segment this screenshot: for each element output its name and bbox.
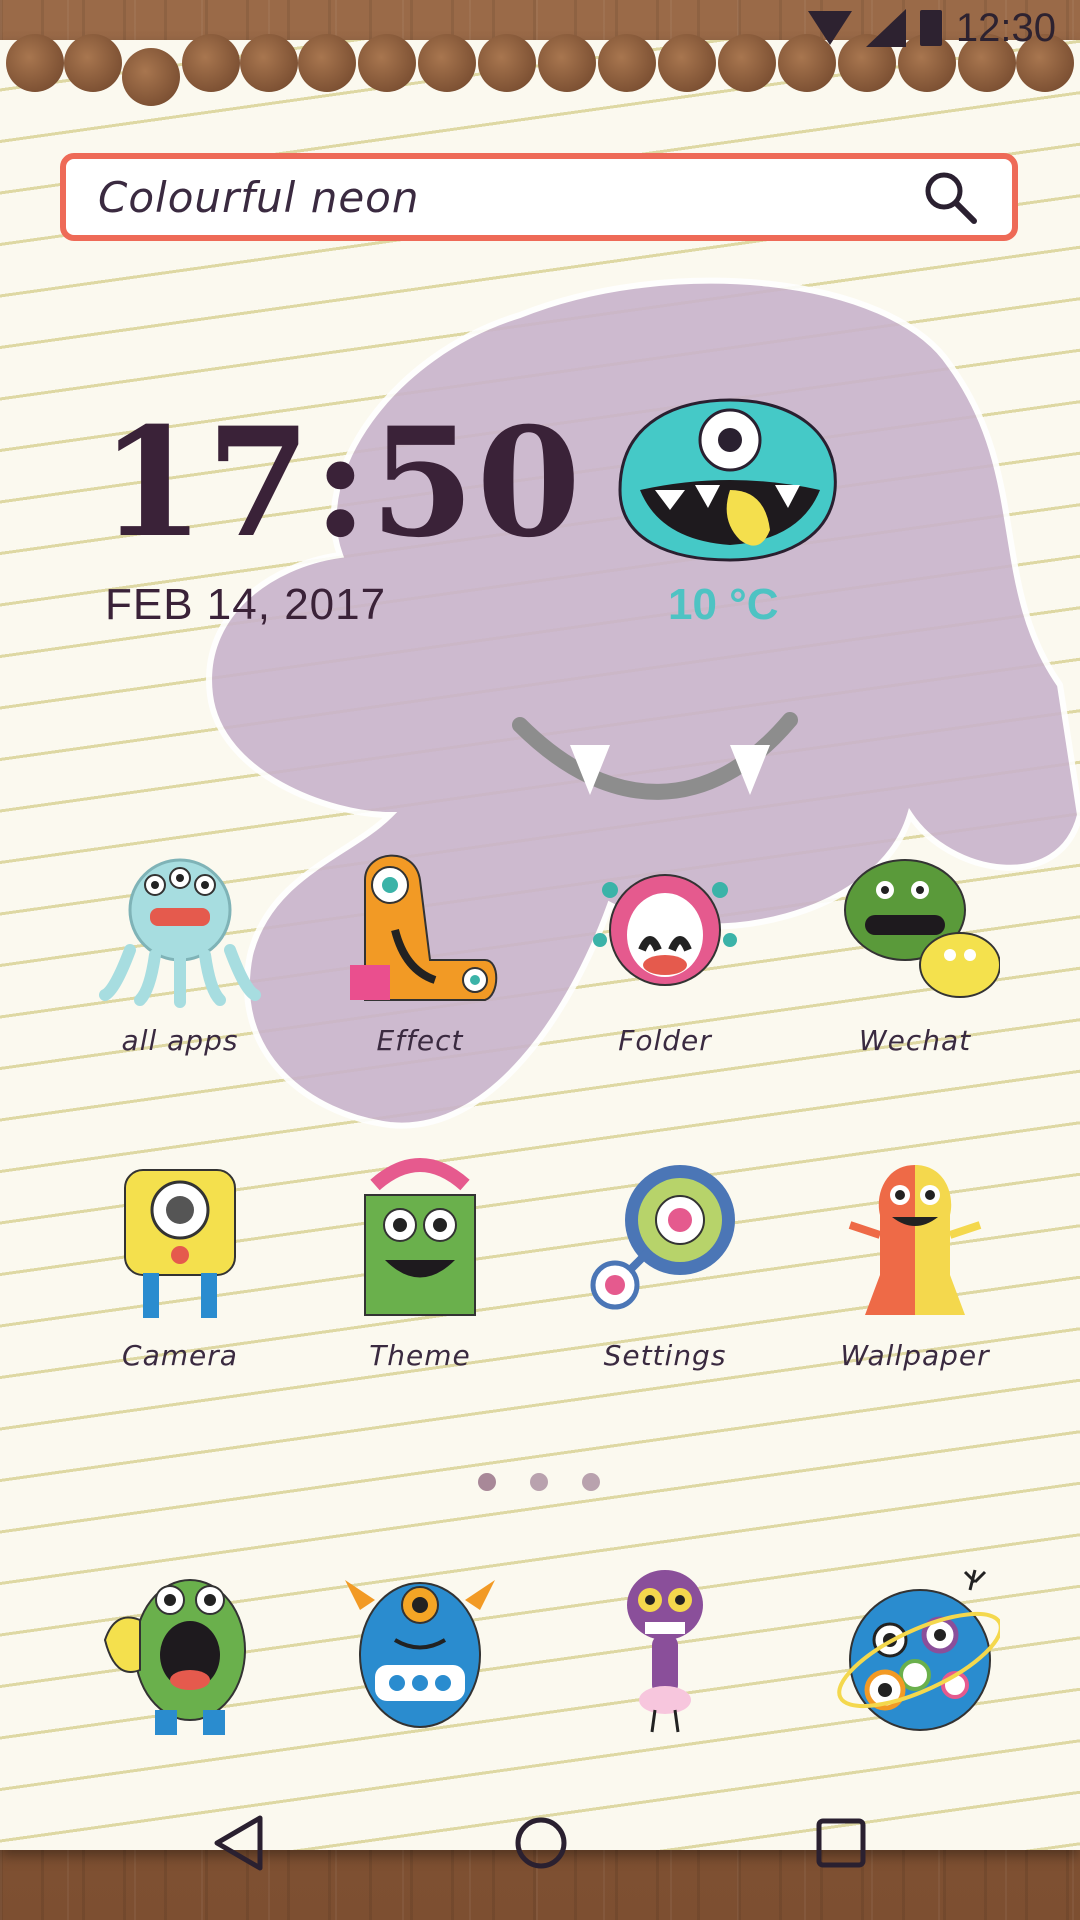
phone-monster-icon (103, 1579, 246, 1735)
wifi-icon (807, 11, 852, 45)
app-effect[interactable]: Effect (310, 840, 530, 1057)
gear-monster-icon (590, 1165, 735, 1310)
dock-phone[interactable] (70, 1560, 290, 1740)
app-wechat[interactable]: Wechat (805, 840, 1025, 1057)
message-monster-icon (345, 1580, 495, 1728)
search-text[interactable]: Colourful neon (98, 173, 920, 222)
back-icon[interactable] (205, 1808, 275, 1878)
planet-monster-icon (837, 1569, 1000, 1731)
page-dot[interactable] (478, 1473, 496, 1491)
app-all-apps[interactable]: all apps (70, 840, 290, 1057)
search-bar[interactable]: Colourful neon (60, 153, 1018, 241)
weather-temperature: 10 °C (668, 580, 779, 629)
home-icon[interactable] (506, 1808, 576, 1878)
app-label: Wechat (858, 1024, 972, 1057)
search-icon[interactable] (920, 167, 980, 227)
page-dot[interactable] (582, 1473, 600, 1491)
app-label: Folder (618, 1024, 712, 1057)
dock-messages[interactable] (310, 1560, 530, 1740)
dock-planet[interactable] (805, 1560, 1025, 1740)
green-blob-monster-icon (844, 859, 1000, 998)
green-theme-monster-icon (364, 1158, 476, 1316)
app-settings[interactable]: Settings (555, 1155, 775, 1372)
camera-monster-icon (124, 1169, 236, 1318)
octopus-monster-icon (99, 858, 261, 1008)
clock-date: FEB 14, 2017 (105, 580, 387, 629)
pink-monster-icon (593, 874, 737, 986)
boot-monster-icon (350, 854, 498, 1001)
app-label: all apps (121, 1024, 239, 1057)
navigation-bar (0, 1790, 1080, 1890)
status-time: 12:30 (955, 5, 1056, 50)
app-label: Settings (603, 1339, 727, 1372)
clock-time[interactable]: 17:50 (100, 395, 583, 571)
recents-icon[interactable] (806, 1808, 876, 1878)
app-folder[interactable]: Folder (555, 840, 775, 1057)
signal-icon (865, 9, 906, 47)
dock-alien[interactable] (555, 1560, 775, 1740)
page-dot[interactable] (530, 1473, 548, 1491)
app-label: Wallpaper (840, 1339, 990, 1372)
app-theme[interactable]: Theme (310, 1155, 530, 1372)
two-tone-monster-icon (848, 1165, 982, 1315)
app-camera[interactable]: Camera (70, 1155, 290, 1372)
battery-icon (919, 10, 942, 46)
app-label: Camera (122, 1339, 238, 1372)
app-label: Effect (376, 1024, 464, 1057)
app-label: Theme (369, 1339, 471, 1372)
purple-alien-icon (627, 1570, 703, 1733)
monster-weather-icon[interactable] (600, 390, 850, 575)
page-indicator (478, 1473, 600, 1491)
app-wallpaper[interactable]: Wallpaper (805, 1155, 1025, 1372)
status-bar: 12:30 (726, 0, 1080, 56)
